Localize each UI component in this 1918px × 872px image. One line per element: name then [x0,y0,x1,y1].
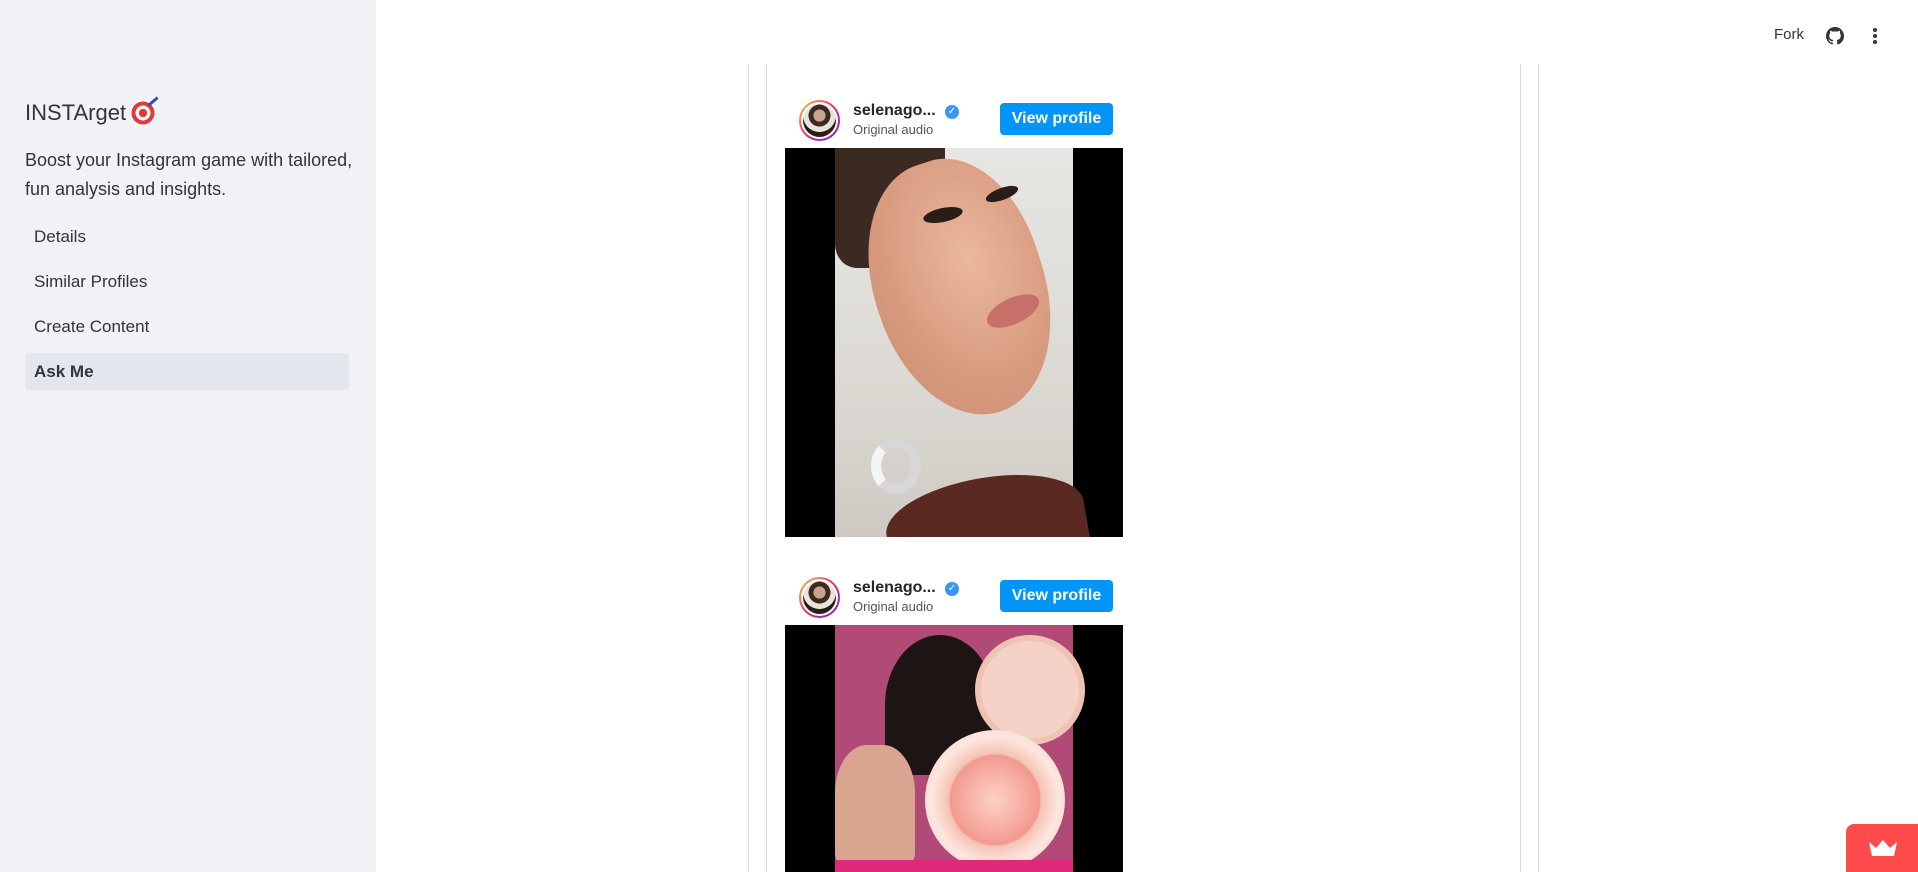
sidebar-item-create-content[interactable]: Create Content [25,308,349,345]
fork-button[interactable]: Fork [1774,26,1804,43]
post-video[interactable] [785,148,1123,537]
app-title-text: INSTArget [25,100,127,125]
post-username[interactable]: selenago... [853,102,936,120]
sidebar-item-ask-me[interactable]: Ask Me [25,353,349,390]
sidebar-item-label: Ask Me [34,361,94,381]
post-audio[interactable]: Original audio [853,599,933,614]
avatar[interactable] [799,577,840,618]
instagram-post: selenago... ✓ Original audio View profil… [785,96,1123,537]
crown-icon [1869,840,1897,856]
main-border-left [748,64,749,872]
sidebar-item-label: Similar Profiles [34,271,148,291]
verified-badge-icon: ✓ [945,105,959,119]
sidebar: INSTArget Boost your Instagram game with… [0,0,376,872]
video-frame [835,625,1085,872]
video-frame [835,148,1091,537]
instagram-post: selenago... ✓ Original audio View profil… [785,573,1123,872]
sidebar-item-label: Create Content [34,316,150,336]
app-tagline: Boost your Instagram game with tailored,… [25,150,353,199]
github-icon[interactable] [1826,27,1844,45]
app-title: INSTArget [25,100,157,126]
post-header: selenago... ✓ Original audio View profil… [785,573,1123,625]
embed-border-right [1520,64,1521,872]
sidebar-item-details[interactable]: Details [25,218,349,255]
embed-border-left [766,64,767,872]
post-audio[interactable]: Original audio [853,122,933,137]
main-border-right [1538,64,1539,872]
view-profile-button[interactable]: View profile [1000,103,1113,135]
view-profile-button[interactable]: View profile [1000,580,1113,612]
sidebar-nav: Details Similar Profiles Create Content … [25,218,349,398]
kebab-menu-icon[interactable] [1867,26,1883,46]
verified-badge-icon: ✓ [945,582,959,596]
sidebar-item-label: Details [34,226,86,246]
target-emoji-icon [130,100,157,126]
sidebar-item-similar-profiles[interactable]: Similar Profiles [25,263,349,300]
post-header: selenago... ✓ Original audio View profil… [785,96,1123,148]
avatar[interactable] [799,100,840,141]
post-username[interactable]: selenago... [853,579,936,597]
streamlit-badge[interactable] [1846,824,1918,872]
post-video[interactable] [785,625,1123,872]
